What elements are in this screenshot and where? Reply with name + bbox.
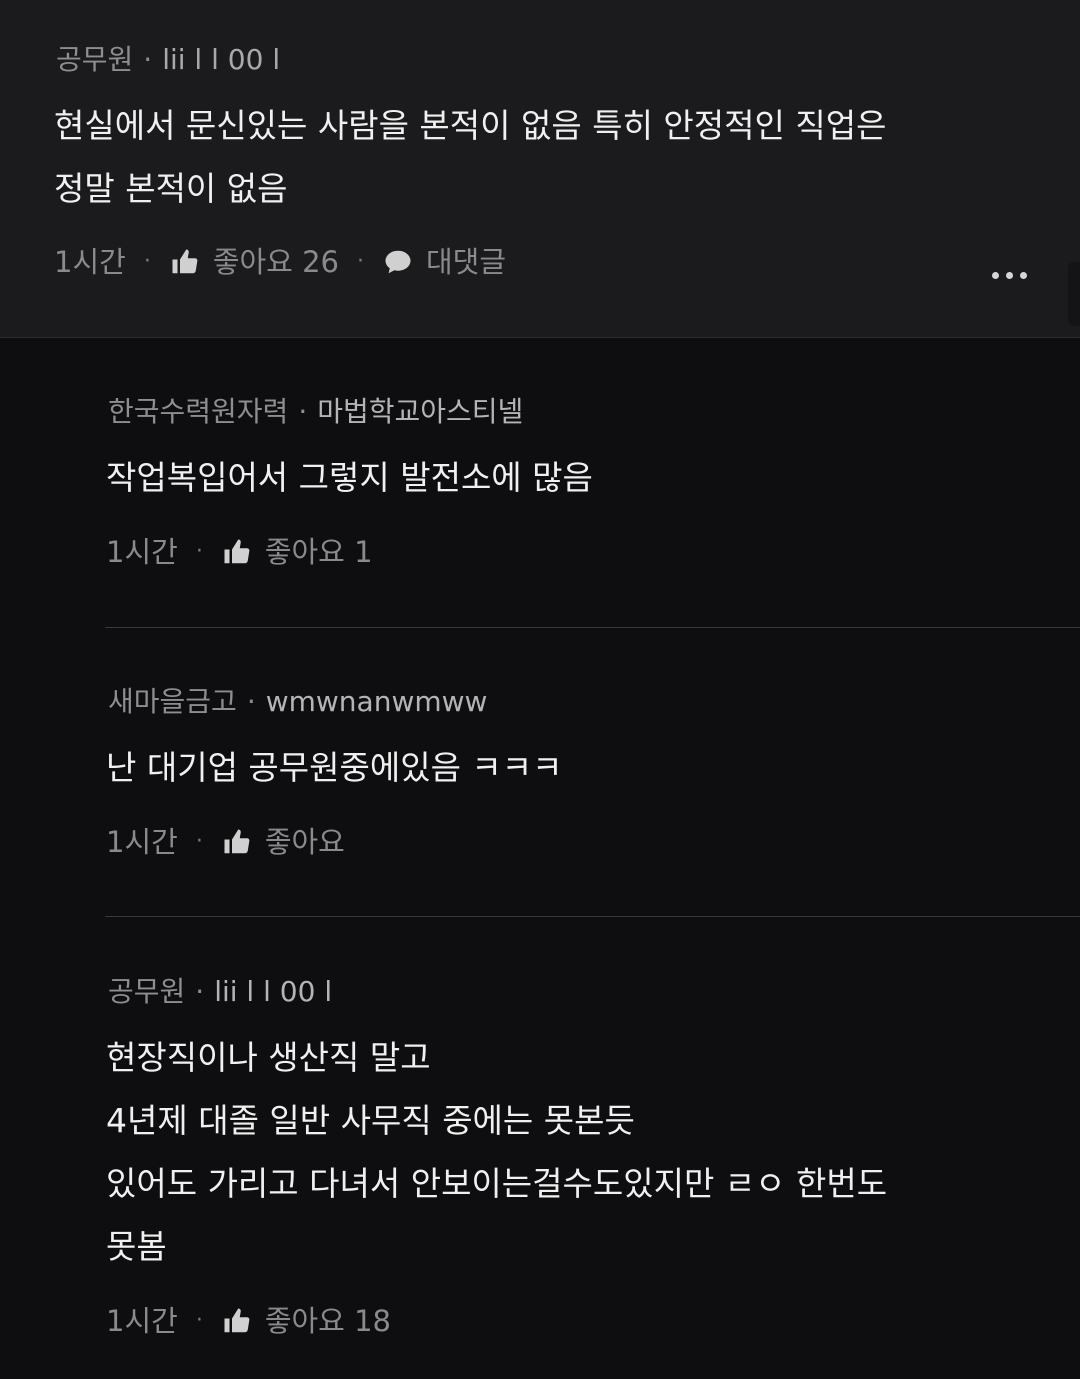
more-dots-icon [1019,271,1027,279]
comment-meta: 공무원 · lii l l 00 l [108,972,332,1012]
comment-meta: 한국수력원자력 · 마법학교아스티넬 [108,392,523,432]
comment-line: 정말 본적이 없음 [54,169,288,208]
scrollbar-thumb[interactable] [1068,262,1080,326]
comment-line: 난 대기업 공무원중에있음 ㅋㅋㅋ [106,748,563,787]
more-dots-icon [991,271,999,279]
thumbs-up-icon [169,247,201,277]
comment-actions: 1시간 · 좋아요 [106,820,345,864]
thumbs-up-icon [221,537,253,567]
comment-line: 현장직이나 생산직 말고 [106,1038,431,1077]
meta-separator: · [246,685,256,718]
action-separator: · [143,249,151,274]
reply-button[interactable]: 대댓글 [382,240,506,284]
divider [105,916,1080,917]
action-separator: · [195,1308,203,1333]
author-group[interactable]: 공무원 [108,975,185,1008]
comment-meta: 공무원 · lii l l 00 l [56,40,280,80]
like-button[interactable]: 좋아요 26 [169,240,339,284]
reply-label: 대댓글 [425,245,507,279]
comment-time: 1시간 [106,1304,178,1338]
like-button[interactable]: 좋아요 18 [221,1299,391,1343]
speech-bubble-icon [382,247,414,277]
action-separator: · [356,249,364,274]
like-button[interactable]: 좋아요 [221,820,345,864]
meta-separator: · [298,395,308,428]
comment-time: 1시간 [54,245,126,279]
comment-body: 작업복입어서 그렇지 발전소에 많음 [106,446,1006,509]
like-label: 좋아요 26 [212,245,339,279]
like-button[interactable]: 좋아요 1 [221,530,373,574]
comment-line: 현실에서 문신있는 사람을 본적이 없음 특히 안정적인 직업은 [54,106,887,145]
like-label: 좋아요 1 [264,535,373,569]
thumbs-up-icon [221,827,253,857]
author-group[interactable]: 새마을금고 [108,685,237,718]
action-separator: · [195,539,203,564]
comment-time: 1시간 [106,825,178,859]
comment-time: 1시간 [106,535,178,569]
author-name[interactable]: lii l l 00 l [162,43,280,76]
comment-body: 현실에서 문신있는 사람을 본적이 없음 특히 안정적인 직업은 정말 본적이 … [54,94,1014,220]
more-options-button[interactable] [982,262,1036,288]
comment-actions: 1시간 · 좋아요 18 [106,1299,391,1343]
like-label: 좋아요 18 [264,1304,391,1338]
comment-meta: 새마을금고 · wmwnanwmww [108,682,487,722]
parent-comment: 공무원 · lii l l 00 l 현실에서 문신있는 사람을 본적이 없음 특히… [0,0,1080,338]
comment-actions: 1시간 · 좋아요 26 · 대댓글 [54,240,506,284]
meta-separator: · [195,975,205,1008]
comment-line: 있어도 가리고 다녀서 안보이는걸수도있지만 ㄹㅇ 한번도 [106,1164,888,1203]
author-group[interactable]: 공무원 [56,43,133,76]
author-name[interactable]: 마법학교아스티넬 [317,395,523,428]
author-name[interactable]: wmwnanwmww [266,685,488,718]
meta-separator: · [143,43,153,76]
comment-line: 작업복입어서 그렇지 발전소에 많음 [106,458,593,497]
author-name[interactable]: lii l l 00 l [214,975,332,1008]
comment-actions: 1시간 · 좋아요 1 [106,530,373,574]
comment-thread: 공무원 · lii l l 00 l 현실에서 문신있는 사람을 본적이 없음 특히… [0,0,1080,1379]
author-group[interactable]: 한국수력원자력 [108,395,288,428]
action-separator: · [195,829,203,854]
comment-body: 난 대기업 공무원중에있음 ㅋㅋㅋ [106,736,1006,799]
comment-body: 현장직이나 생산직 말고 4년제 대졸 일반 사무직 중에는 못본듯 있어도 가… [106,1026,1006,1278]
comment-line: 4년제 대졸 일반 사무직 중에는 못본듯 [106,1101,635,1140]
thumbs-up-icon [221,1306,253,1336]
like-label: 좋아요 [264,825,345,859]
comment-line: 못봄 [106,1227,167,1266]
divider [105,627,1080,628]
more-dots-icon [1005,271,1013,279]
